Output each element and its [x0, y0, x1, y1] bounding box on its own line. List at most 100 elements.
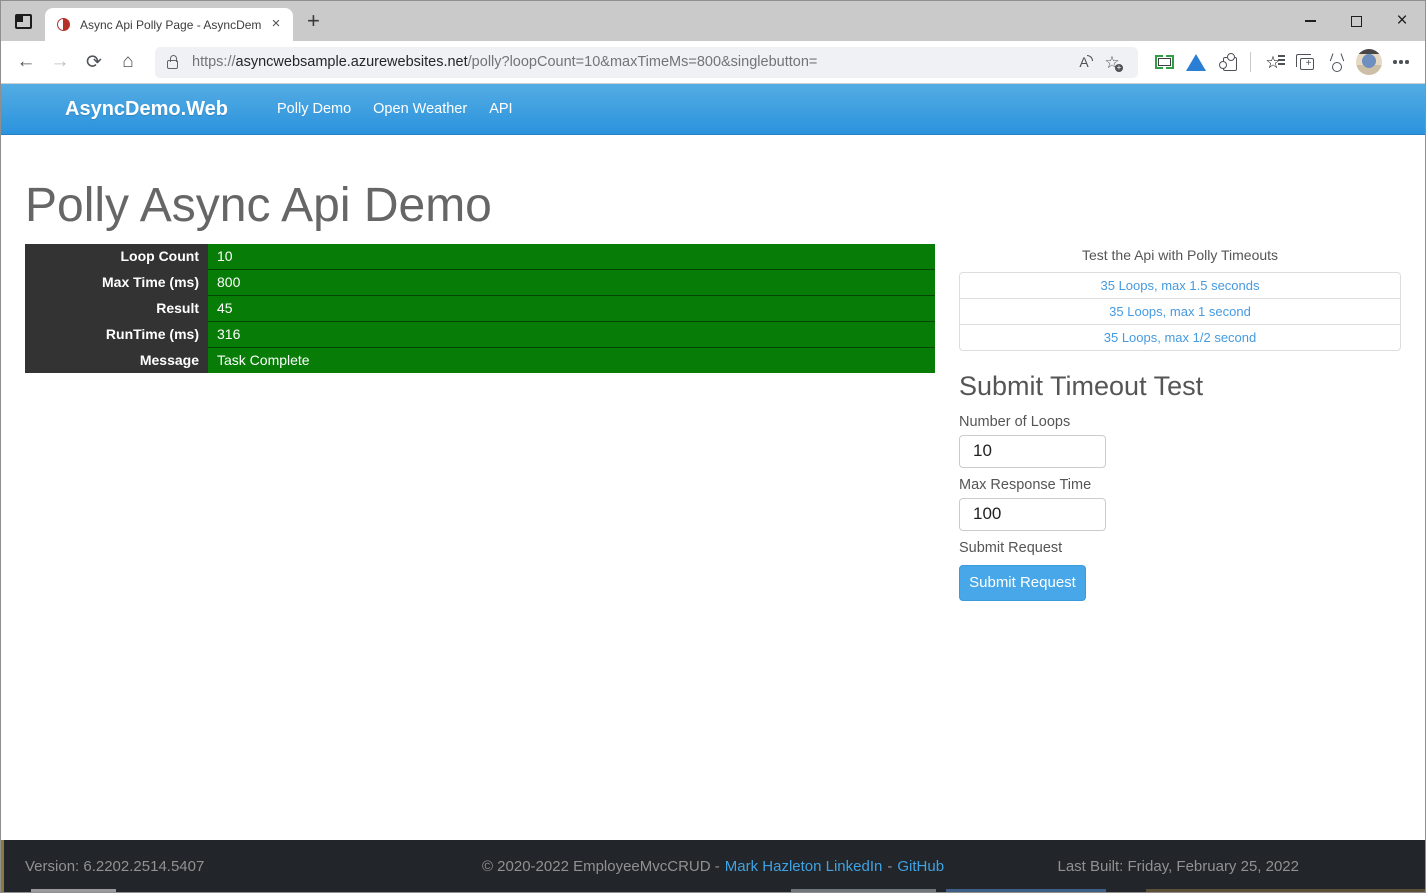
row-value: Task Complete: [208, 347, 935, 373]
results-table: Loop Count 10 Max Time (ms) 800 Result 4…: [25, 244, 935, 373]
page-content: Polly Async Api Demo Loop Count 10 Max T…: [1, 135, 1425, 840]
row-label: Result: [25, 295, 208, 321]
favorites-lines-icon: [1278, 55, 1285, 57]
favorites-button[interactable]: ☆: [1257, 46, 1289, 78]
url-path: /polly?loopCount=10&maxTimeMs=800&single…: [468, 54, 818, 70]
read-aloud-arc-icon: [1087, 55, 1093, 61]
ellipsis-icon: [1399, 60, 1403, 64]
tab-bar: Async Api Polly Page - AsyncDem × + ×: [1, 1, 1425, 41]
row-value: 316: [208, 321, 935, 347]
table-row: RunTime (ms) 316: [25, 321, 935, 347]
table-row: Loop Count 10: [25, 244, 935, 270]
tab-close-icon[interactable]: ×: [267, 16, 285, 34]
profile-button[interactable]: [1353, 46, 1385, 78]
extension-triangle-button[interactable]: [1180, 46, 1212, 78]
star-plus-badge-icon: +: [1115, 64, 1123, 72]
timeout-link-1-5s[interactable]: 35 Loops, max 1.5 seconds: [1101, 278, 1260, 293]
tab-favicon-icon: [57, 18, 70, 31]
url-text: https://asyncwebsample.azurewebsites.net…: [192, 54, 1070, 70]
profile-avatar: [1356, 49, 1382, 75]
window-controls: ×: [1287, 1, 1425, 41]
list-item[interactable]: 35 Loops, max 1/2 second: [960, 324, 1400, 350]
tab-actions-menu-button[interactable]: [1, 14, 45, 29]
copyright-prefix: © 2020-2022 EmployeeMvcCRUD -: [482, 858, 720, 875]
table-row: Message Task Complete: [25, 347, 935, 373]
browser-window: Async Api Polly Page - AsyncDem × + × ← …: [0, 0, 1426, 893]
table-row: Result 45: [25, 295, 935, 321]
close-window-button[interactable]: ×: [1379, 1, 1425, 41]
cutoff-content-strip: [791, 889, 936, 892]
submit-label: Submit Request: [959, 540, 1401, 556]
maximize-button[interactable]: [1333, 1, 1379, 41]
toolbar-divider: [1250, 52, 1251, 72]
page-title: Polly Async Api Demo: [25, 179, 1401, 233]
tab-actions-icon: [15, 14, 32, 29]
loops-label: Number of Loops: [959, 414, 1401, 430]
toolbar-icon-cluster: ☆ +: [1148, 46, 1417, 78]
list-item[interactable]: 35 Loops, max 1 second: [960, 298, 1400, 324]
cutoff-content-strip: [1146, 889, 1426, 892]
timeout-test-section: Test the Api with Polly Timeouts 35 Loop…: [959, 244, 1401, 601]
browser-tab[interactable]: Async Api Polly Page - AsyncDem ×: [45, 8, 293, 41]
maximize-icon: [1351, 16, 1362, 27]
collections-plus-icon: +: [1306, 60, 1312, 68]
submit-request-button[interactable]: Submit Request: [959, 565, 1086, 601]
row-value: 800: [208, 269, 935, 295]
nav-link-polly-demo[interactable]: Polly Demo: [266, 93, 362, 125]
max-response-input[interactable]: [959, 498, 1106, 531]
cutoff-content-strip: [946, 889, 1106, 892]
linkedin-link[interactable]: Mark Hazleton LinkedIn: [725, 858, 883, 875]
list-item[interactable]: 35 Loops, max 1.5 seconds: [960, 273, 1400, 298]
settings-menu-button[interactable]: [1385, 46, 1417, 78]
max-response-label: Max Response Time: [959, 477, 1401, 493]
forward-button[interactable]: →: [43, 45, 77, 79]
table-row: Max Time (ms) 800: [25, 269, 935, 295]
back-button[interactable]: ←: [9, 45, 43, 79]
timeout-links-list: 35 Loops, max 1.5 seconds 35 Loops, max …: [959, 272, 1401, 351]
minimize-icon: [1305, 20, 1316, 21]
timeout-link-half-s[interactable]: 35 Loops, max 1/2 second: [1104, 330, 1257, 345]
nav-link-open-weather[interactable]: Open Weather: [362, 93, 478, 125]
extensions-puzzle-icon: [1223, 57, 1237, 71]
reload-button[interactable]: ⟳: [77, 45, 111, 79]
timeout-link-1s[interactable]: 35 Loops, max 1 second: [1109, 304, 1251, 319]
url-domain: asyncwebsample.azurewebsites.net: [236, 54, 468, 70]
row-label: Message: [25, 347, 208, 373]
cutoff-content-strip: [31, 889, 116, 892]
copyright-separator: -: [887, 858, 892, 875]
github-link[interactable]: GitHub: [897, 858, 944, 875]
row-value: 45: [208, 295, 935, 321]
new-tab-button[interactable]: +: [307, 11, 320, 31]
minimize-button[interactable]: [1287, 1, 1333, 41]
browser-toolbar: ← → ⟳ ⌂ https://asyncwebsample.azurewebs…: [1, 41, 1425, 84]
read-aloud-button[interactable]: A: [1070, 48, 1098, 76]
row-label: Loop Count: [25, 244, 208, 270]
web-capture-icon: [1155, 55, 1174, 69]
collections-icon: +: [1300, 58, 1314, 70]
collections-button[interactable]: +: [1289, 46, 1321, 78]
version-text: Version: 6.2202.2514.5407: [25, 858, 204, 875]
close-icon: ×: [1396, 13, 1407, 29]
address-bar[interactable]: https://asyncwebsample.azurewebsites.net…: [155, 47, 1138, 78]
url-scheme: https://: [192, 54, 236, 70]
results-section: Loop Count 10 Max Time (ms) 800 Result 4…: [25, 244, 935, 373]
web-capture-button[interactable]: [1148, 46, 1180, 78]
nav-link-api[interactable]: API: [478, 93, 523, 125]
add-favorite-button[interactable]: ☆ +: [1098, 48, 1126, 76]
site-navbar: AsyncDemo.Web Polly Demo Open Weather AP…: [1, 84, 1425, 135]
row-label: RunTime (ms): [25, 321, 208, 347]
tab-title: Async Api Polly Page - AsyncDem: [80, 18, 267, 32]
triangle-icon: [1186, 54, 1206, 71]
home-button[interactable]: ⌂: [111, 45, 145, 79]
extensions-button[interactable]: [1212, 46, 1244, 78]
loops-input[interactable]: [959, 435, 1106, 468]
timeout-panel-title: Test the Api with Polly Timeouts: [959, 247, 1401, 263]
row-label: Max Time (ms): [25, 269, 208, 295]
web-capture-rect: [1158, 58, 1171, 66]
site-nav-links: Polly Demo Open Weather API: [266, 93, 524, 125]
site-brand[interactable]: AsyncDemo.Web: [65, 98, 228, 121]
last-built-text: Last Built: Friday, February 25, 2022: [1057, 858, 1299, 875]
medal-icon: [1332, 62, 1342, 72]
rewards-button[interactable]: [1321, 46, 1353, 78]
lock-icon: [167, 60, 178, 69]
